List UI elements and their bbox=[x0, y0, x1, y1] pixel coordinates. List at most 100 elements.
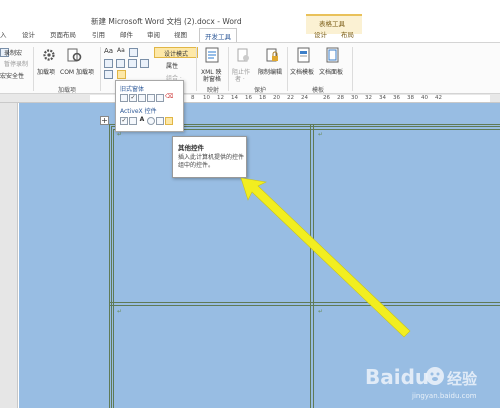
window-title: 新建 Microsoft Word 文档 (2).docx - Word bbox=[91, 17, 242, 26]
tab-review[interactable]: 审阅 bbox=[147, 29, 160, 39]
dropdown-field-icon[interactable] bbox=[138, 94, 146, 102]
checkbox-control-icon[interactable] bbox=[104, 59, 113, 68]
shading-icon[interactable] bbox=[156, 94, 164, 102]
table-column-border[interactable] bbox=[310, 124, 314, 408]
ribbon-tabs: 入 设计 页面布局 引用 邮件 审阅 视图 开发工具 设计 布局 bbox=[0, 28, 500, 42]
ruler-number: 34 bbox=[379, 95, 386, 101]
date-picker-control-icon[interactable] bbox=[128, 59, 137, 68]
ruler-number: 30 bbox=[351, 95, 358, 101]
ruler-number: 28 bbox=[337, 95, 344, 101]
ruler-number: 14 bbox=[231, 95, 238, 101]
watermark-brand-cn: 经验 bbox=[447, 370, 478, 388]
group-separator bbox=[196, 47, 197, 91]
picture-control-icon[interactable] bbox=[129, 48, 138, 57]
block-authors-icon bbox=[237, 48, 249, 62]
group-separator bbox=[352, 47, 353, 91]
tab-developer[interactable]: 开发工具 bbox=[199, 28, 237, 42]
left-margin-area bbox=[0, 103, 18, 408]
ruler-number: 10 bbox=[203, 95, 210, 101]
watermark-brand: Baidu bbox=[365, 365, 429, 389]
tab-insert[interactable]: 入 bbox=[0, 29, 7, 39]
block-authors-line2: 者 · bbox=[235, 76, 245, 83]
ruler-number: 20 bbox=[273, 95, 280, 101]
tab-design[interactable]: 设计 bbox=[22, 29, 35, 39]
frame-icon[interactable] bbox=[147, 94, 155, 102]
activex-image-icon[interactable] bbox=[156, 117, 164, 125]
xml-mapping-icon bbox=[205, 47, 219, 63]
ruler-number: 42 bbox=[435, 95, 442, 101]
document-panel-button[interactable]: 文档面板 bbox=[319, 67, 343, 76]
eraser-icon[interactable]: ⌫ bbox=[165, 94, 173, 102]
document-template-button[interactable]: 文档模板 bbox=[290, 67, 314, 76]
addins-button[interactable]: 加载项 bbox=[37, 67, 55, 76]
activex-option-icon[interactable] bbox=[147, 117, 155, 125]
ruler-number: 22 bbox=[287, 95, 294, 101]
ruler-number: 16 bbox=[245, 95, 252, 101]
record-macro-button[interactable]: 录制宏 bbox=[4, 48, 22, 57]
activex-section-label: ActiveX 控件 bbox=[120, 108, 157, 115]
properties-button[interactable]: 属性 bbox=[166, 61, 178, 70]
activex-row: ✓ A bbox=[120, 117, 173, 125]
legacy-tools-icon[interactable] bbox=[117, 70, 126, 79]
table-inner-border bbox=[113, 129, 114, 408]
cell-end-mark: ↵ bbox=[117, 308, 123, 315]
ruler-number: 18 bbox=[259, 95, 266, 101]
ruler-number: 8 bbox=[191, 95, 195, 101]
plain-text-control-icon[interactable]: Aa bbox=[117, 47, 125, 54]
activex-checkbox-icon[interactable]: ✓ bbox=[120, 117, 128, 125]
ruler-number: 38 bbox=[407, 95, 414, 101]
document-panel-icon bbox=[326, 47, 339, 63]
ribbon: 录制宏 暂停录制 宏安全性 加载项 COM 加载项 加载项 Aa Aa 设计模式… bbox=[0, 42, 500, 94]
ruler-number: 12 bbox=[217, 95, 224, 101]
building-block-control-icon[interactable] bbox=[140, 59, 149, 68]
com-addins-button[interactable]: COM 加载项 bbox=[60, 67, 94, 76]
tab-table-layout[interactable]: 布局 bbox=[341, 29, 354, 39]
watermark-url: jingyan.baidu.com bbox=[412, 392, 477, 400]
tab-table-design[interactable]: 设计 bbox=[314, 29, 327, 39]
templates-group-label: 模板 bbox=[312, 87, 325, 94]
com-addins-icon bbox=[67, 48, 82, 62]
tab-references[interactable]: 引用 bbox=[92, 29, 105, 39]
ruler-number: 26 bbox=[323, 95, 330, 101]
checkbox-icon[interactable]: ✓ bbox=[129, 94, 137, 102]
ruler-number: 40 bbox=[421, 95, 428, 101]
activex-textbox-icon[interactable] bbox=[129, 117, 137, 125]
repeating-section-icon[interactable] bbox=[104, 70, 113, 79]
design-mode-button[interactable]: 设计模式 bbox=[154, 47, 198, 58]
cell-end-mark: ↵ bbox=[318, 308, 324, 315]
tab-page-layout[interactable]: 页面布局 bbox=[50, 29, 76, 39]
tooltip-title: 其他控件 bbox=[178, 144, 204, 152]
group-separator bbox=[287, 47, 288, 91]
restrict-editing-button[interactable]: 限制编辑 bbox=[258, 67, 282, 76]
rich-text-control-icon[interactable]: Aa bbox=[104, 47, 113, 55]
legacy-controls-dropdown: 旧式窗体 ✓ ⌫ ActiveX 控件 ✓ A bbox=[115, 80, 184, 132]
group-separator bbox=[228, 47, 229, 91]
gear-icon bbox=[43, 49, 55, 61]
protect-group-label: 保护 bbox=[254, 87, 267, 94]
document-template-icon bbox=[297, 47, 310, 63]
ruler-number: 32 bbox=[365, 95, 372, 101]
group-separator bbox=[100, 47, 101, 91]
legacy-forms-row: ✓ ⌫ bbox=[120, 94, 173, 102]
cell-end-mark: ↵ bbox=[318, 131, 324, 138]
group-separator bbox=[33, 47, 34, 91]
more-controls-tooltip: 其他控件 插入此计算机提供的控件组中的控件。 bbox=[172, 136, 247, 178]
cell-end-mark: ↵ bbox=[117, 131, 123, 138]
addins-group-label: 加载项 bbox=[58, 87, 77, 94]
legacy-forms-section-label: 旧式窗体 bbox=[120, 86, 145, 93]
xml-mapping-pane-line2: 射窗格 bbox=[203, 76, 222, 83]
combo-box-control-icon[interactable] bbox=[116, 59, 125, 68]
activex-label-icon[interactable]: A bbox=[138, 117, 146, 125]
table-tools-label: 表格工具 bbox=[319, 20, 345, 28]
ruler-number: 24 bbox=[301, 95, 308, 101]
ruler-number: 36 bbox=[393, 95, 400, 101]
more-controls-icon[interactable] bbox=[165, 117, 173, 125]
table-row-border[interactable] bbox=[109, 302, 500, 306]
table-move-handle-icon[interactable]: + bbox=[100, 116, 109, 125]
tab-view[interactable]: 视图 bbox=[174, 29, 187, 39]
tab-mailings[interactable]: 邮件 bbox=[120, 29, 133, 39]
text-field-icon[interactable] bbox=[120, 94, 128, 102]
macro-security-button[interactable]: 宏安全性 bbox=[0, 71, 24, 80]
pause-recording-button[interactable]: 暂停录制 bbox=[4, 59, 28, 68]
lock-icon bbox=[266, 48, 278, 62]
